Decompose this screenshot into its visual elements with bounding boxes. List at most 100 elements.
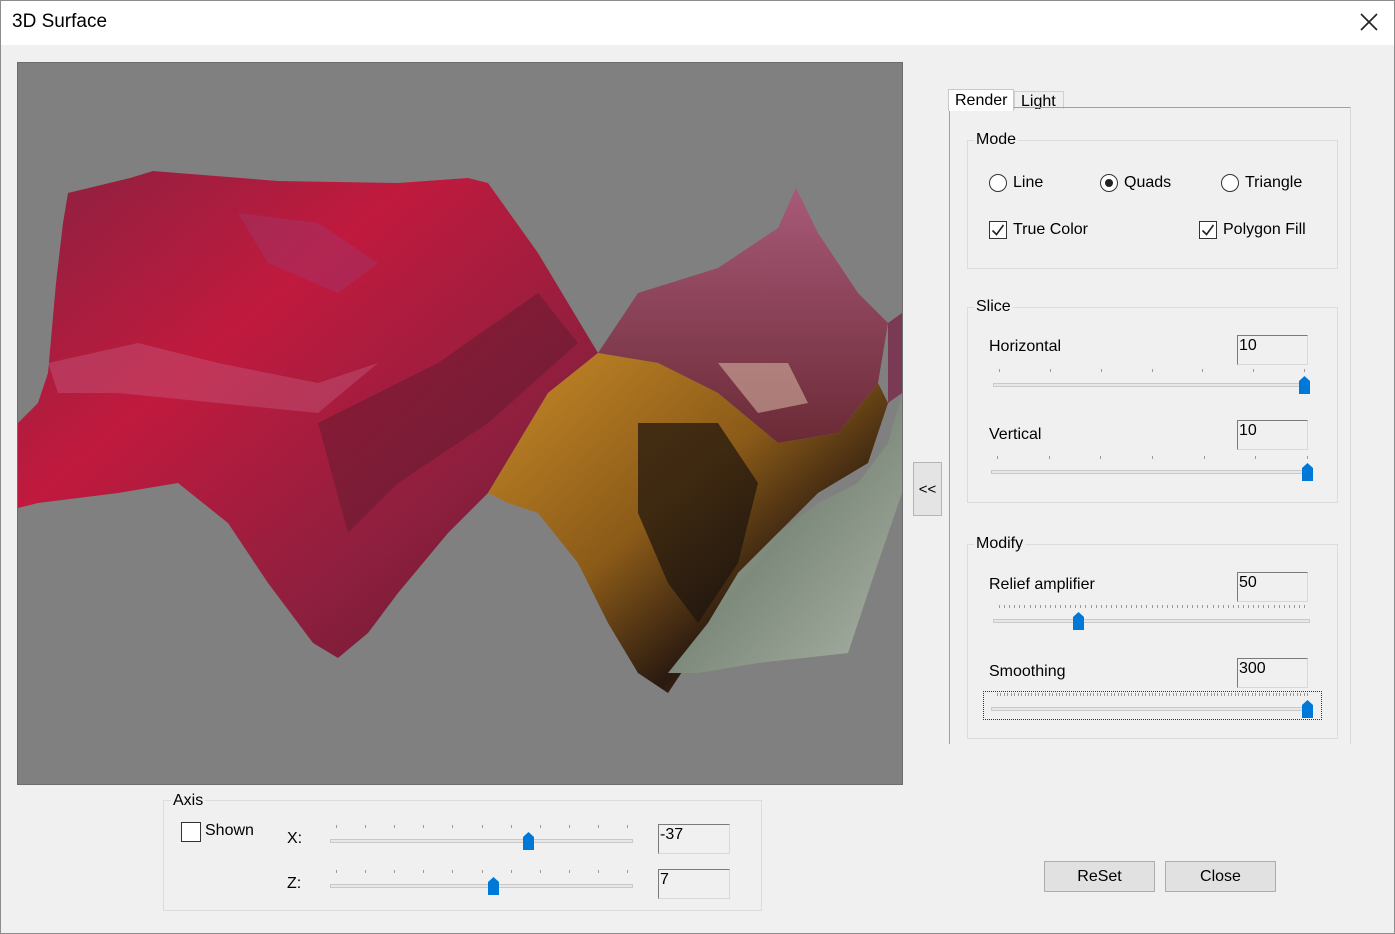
quads-radio-label[interactable]: Quads: [1124, 174, 1171, 192]
quads-radio[interactable]: [1100, 174, 1118, 192]
slider-thumb[interactable]: [523, 832, 534, 850]
relief-amplifier-slider[interactable]: [993, 605, 1310, 631]
slider-track: [993, 383, 1310, 387]
slider-tick: [1182, 605, 1183, 608]
vertical-value-input[interactable]: 10: [1237, 420, 1308, 450]
slider-thumb[interactable]: [1299, 376, 1310, 394]
slider-tick: [1294, 605, 1295, 608]
line-radio[interactable]: [989, 174, 1007, 192]
slider-thumb[interactable]: [1302, 463, 1313, 481]
slider-tick: [1290, 693, 1291, 696]
close-button[interactable]: Close: [1165, 861, 1276, 892]
radio-selected-dot: [1105, 179, 1113, 187]
slider-tick: [336, 870, 337, 873]
slider-tick: [1087, 693, 1088, 696]
slider-tick: [1197, 693, 1198, 696]
slider-thumb[interactable]: [1073, 612, 1084, 630]
slider-tick: [1224, 693, 1225, 696]
slider-tick: [1299, 605, 1300, 608]
axis-x-slider[interactable]: [330, 825, 633, 851]
axis-z-value[interactable]: 7: [658, 869, 730, 899]
slider-tick: [1111, 693, 1112, 696]
axis-x-value[interactable]: -37: [658, 824, 730, 854]
slider-tick: [1187, 605, 1188, 608]
horizontal-slider[interactable]: [993, 369, 1310, 395]
horizontal-value-input[interactable]: 10: [1237, 335, 1308, 365]
tab-render[interactable]: Render: [948, 89, 1014, 111]
slider-tick: [1274, 605, 1275, 608]
true-color-checkbox[interactable]: [989, 221, 1007, 239]
slider-tick: [1268, 605, 1269, 608]
line-radio-label[interactable]: Line: [1013, 174, 1043, 192]
slider-tick: [1262, 693, 1263, 696]
smoothing-slider[interactable]: [991, 693, 1313, 719]
slider-tick: [1007, 693, 1008, 696]
slider-tick: [997, 693, 998, 696]
axis-shown-checkbox[interactable]: [181, 822, 201, 842]
axis-z-slider[interactable]: [330, 870, 633, 896]
slider-tick: [1045, 605, 1046, 608]
slider-tick: [1207, 693, 1208, 696]
slider-tick: [1028, 693, 1029, 696]
slider-tick: [1135, 693, 1136, 696]
horizontal-label: Horizontal: [989, 338, 1062, 355]
vertical-slider[interactable]: [991, 456, 1313, 482]
relief-amplifier-input[interactable]: 50: [1237, 572, 1308, 602]
slider-tick: [1131, 693, 1132, 696]
slider-tick: [1204, 693, 1205, 696]
slider-tick: [1038, 693, 1039, 696]
slider-tick: [1248, 605, 1249, 608]
slider-thumb[interactable]: [488, 877, 499, 895]
axis-shown-label[interactable]: Shown: [205, 822, 254, 840]
slider-tick: [1255, 693, 1256, 696]
smoothing-input[interactable]: 300: [1237, 658, 1308, 688]
slider-tick: [1166, 693, 1167, 696]
slider-tick: [1200, 693, 1201, 696]
slider-tick: [1141, 605, 1142, 608]
slider-tick: [1030, 605, 1031, 608]
slider-tick: [1228, 605, 1229, 608]
slider-tick: [1090, 693, 1091, 696]
slider-tick: [1083, 693, 1084, 696]
slider-tick: [1307, 456, 1308, 459]
modify-group-label: Modify: [974, 535, 1026, 553]
mode-group-label: Mode: [974, 131, 1019, 149]
slider-tick: [1050, 605, 1051, 608]
triangle-radio[interactable]: [1221, 174, 1239, 192]
axis-group-label: Axis: [171, 792, 206, 810]
polygon-fill-checkbox[interactable]: [1199, 221, 1217, 239]
collapse-panel-button[interactable]: <<: [913, 462, 942, 516]
slider-tick: [1152, 605, 1153, 608]
surface-3d-viewport[interactable]: [17, 62, 903, 785]
slider-tick: [1155, 693, 1156, 696]
vertical-label: Vertical: [989, 426, 1042, 443]
slider-tick: [627, 870, 628, 873]
slider-tick: [1004, 605, 1005, 608]
slider-tick: [1213, 605, 1214, 608]
close-window-icon[interactable]: [1352, 6, 1386, 38]
slider-tick: [1192, 605, 1193, 608]
slider-tick: [1146, 605, 1147, 608]
slider-tick: [1136, 605, 1137, 608]
slider-thumb[interactable]: [1302, 700, 1313, 718]
reset-button[interactable]: ReSet: [1044, 861, 1155, 892]
slider-tick: [1245, 693, 1246, 696]
triangle-radio-label[interactable]: Triangle: [1245, 174, 1302, 192]
slider-tick: [1024, 605, 1025, 608]
slider-tick: [1116, 605, 1117, 608]
slider-tick: [1049, 693, 1050, 696]
polygon-fill-label[interactable]: Polygon Fill: [1223, 221, 1306, 239]
slider-tick: [1025, 693, 1026, 696]
true-color-label[interactable]: True Color: [1013, 221, 1088, 239]
slider-tick: [1152, 456, 1153, 459]
slider-tick: [1253, 369, 1254, 372]
slider-tick: [1248, 693, 1249, 696]
slider-tick: [1202, 605, 1203, 608]
slider-tick: [1035, 605, 1036, 608]
slider-tick: [1019, 605, 1020, 608]
slider-track: [330, 884, 633, 888]
slider-track: [993, 619, 1310, 623]
slider-tick: [1159, 693, 1160, 696]
slider-tick: [1100, 693, 1101, 696]
slider-tick: [1142, 693, 1143, 696]
